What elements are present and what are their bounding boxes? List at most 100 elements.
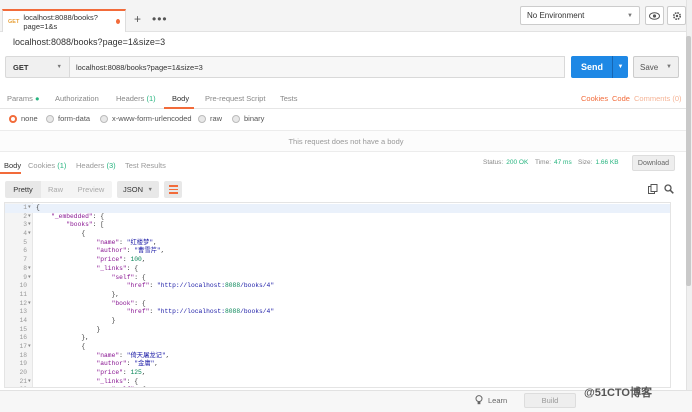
line-number: 8 [23,264,27,272]
tab-overflow-dots-icon[interactable]: ••• [152,12,168,26]
code-line: 12 ▼ "book": { [5,300,670,309]
download-button[interactable]: Download [632,155,675,171]
code-text: "self": { [36,386,146,387]
code-text: { [36,204,40,211]
radio-icon [100,114,108,123]
search-icon [664,184,674,194]
fold-toggle-icon[interactable]: ▼ [28,213,31,222]
line-number: 12 [19,299,27,307]
copy-icon [648,184,658,194]
copy-button[interactable] [648,184,658,196]
line-number: 7 [23,256,27,264]
size-value: 1.66 KB [595,159,619,166]
comments-link[interactable]: Comments (0) [634,94,682,103]
line-number: 15 [19,325,27,333]
build-button[interactable]: Build [524,393,576,408]
response-tab-cookies[interactable]: Cookies (1) [28,161,66,170]
chevron-down-icon: ▼ [147,186,153,193]
line-number: 6 [23,247,27,255]
code-line: 22▼ "self": { [5,386,670,387]
learn-button[interactable]: Learn [475,395,507,405]
save-button[interactable]: Save ▼ [633,56,679,78]
send-options-chevron-icon[interactable]: ▼ [612,56,628,78]
radio-none[interactable]: none [9,114,38,123]
line-number: 2 [23,212,27,220]
fold-toggle-icon[interactable]: ▼ [28,265,31,274]
line-number: 22 [5,386,27,387]
search-button[interactable] [664,184,674,196]
tab-tests[interactable]: Tests [280,94,298,103]
fold-toggle-icon[interactable]: ▼ [28,230,31,239]
radio-raw[interactable]: raw [198,114,222,123]
code-text: "author": "金庸", [96,360,159,368]
radio-urlencoded-label: x-www-form-urlencoded [112,114,192,123]
wrap-lines-icon [168,185,178,187]
tab-params-label: Params [7,94,33,103]
code-text: }, [36,290,120,298]
code-text: "href": "http://localhost:8088/books/4" [126,282,275,290]
code-text: } [36,325,101,333]
fold-toggle-icon[interactable]: ▼ [28,386,31,387]
watermark: @51CTO博客 [584,387,652,399]
code-line: 2 ▼ "_embedded": { [5,213,670,222]
response-size: Size: 1.66 KB [578,159,619,166]
manage-environments-button[interactable] [667,6,686,25]
fold-toggle-icon[interactable]: ▼ [28,300,31,309]
code-text: { [36,343,86,350]
active-response-tab-underline [0,172,21,174]
learn-label: Learn [488,395,508,405]
line-number: 18 [19,351,27,359]
code-text: "book": { [111,299,146,307]
tab-body[interactable]: Body [172,94,189,103]
radio-form-data[interactable]: form-data [46,114,90,123]
line-number: 13 [19,308,27,316]
line-number: 9 [23,273,27,281]
code-line: 16 }, [5,334,670,343]
url-input[interactable]: localhost:8088/books?page=1&size=3 [70,56,565,78]
format-select[interactable]: JSON ▼ [117,181,159,198]
fold-toggle-icon[interactable]: ▼ [28,343,31,352]
environment-select[interactable]: No Environment ▼ [520,6,640,25]
tab-title: localhost:8088/books?page=1&s [23,12,98,31]
fold-toggle-icon[interactable]: ▼ [28,221,31,230]
code-text: "price": 100, [96,256,146,264]
response-tab-body[interactable]: Body [4,161,21,170]
response-tab-headers[interactable]: Headers (3) [76,161,116,170]
fold-toggle-icon[interactable]: ▼ [28,204,31,213]
code-link[interactable]: Code [612,94,630,103]
window-scrollbar-thumb[interactable] [686,36,691,286]
line-number: 20 [19,369,27,377]
wrap-lines-button[interactable] [164,181,182,198]
cookies-link[interactable]: Cookies [581,94,608,103]
tab-prerequest-script[interactable]: Pre-request Script [205,94,265,103]
code-line: 10 "href": "http://localhost:8088/books/… [5,282,670,291]
status-value: 200 OK [506,159,529,166]
environment-value: No Environment [527,11,585,20]
response-tab-test-results[interactable]: Test Results [125,161,166,170]
fold-toggle-icon[interactable]: ▼ [28,274,31,283]
size-label: Size: [578,159,593,166]
radio-raw-label: raw [210,114,223,123]
view-preview-button[interactable]: Preview [70,181,112,198]
new-tab-plus-icon[interactable]: + [134,12,141,26]
response-body-viewer[interactable]: 1 ▼{2 ▼ "_embedded": {3 ▼ "books": [4 ▼ {5 "… [4,202,671,388]
method-select[interactable]: GET ▼ [5,56,70,78]
code-text: "author": "曹雪芹", [96,247,165,255]
view-raw-button[interactable]: Raw [41,181,70,198]
radio-binary[interactable]: binary [232,114,264,123]
line-number: 4 [23,230,27,238]
request-tab[interactable]: GET localhost:8088/books?page=1&s [2,9,126,32]
fold-toggle-icon[interactable]: ▼ [28,378,31,387]
tab-params[interactable]: Params ● [7,94,39,103]
tab-authorization[interactable]: Authorization [55,94,99,103]
send-button[interactable]: Send ▼ [571,56,628,78]
headers-count: (1) [146,94,156,103]
tab-headers[interactable]: Headers (1) [116,94,156,103]
code-line: 20 "price": 125, [5,369,670,378]
radio-urlencoded[interactable]: x-www-form-urlencoded [100,114,192,123]
line-number: 17 [19,343,27,350]
save-label: Save [640,62,659,72]
view-pretty-button[interactable]: Pretty [5,181,41,198]
code-line: 4 ▼ { [5,230,670,239]
environment-quick-look-button[interactable] [645,6,664,25]
